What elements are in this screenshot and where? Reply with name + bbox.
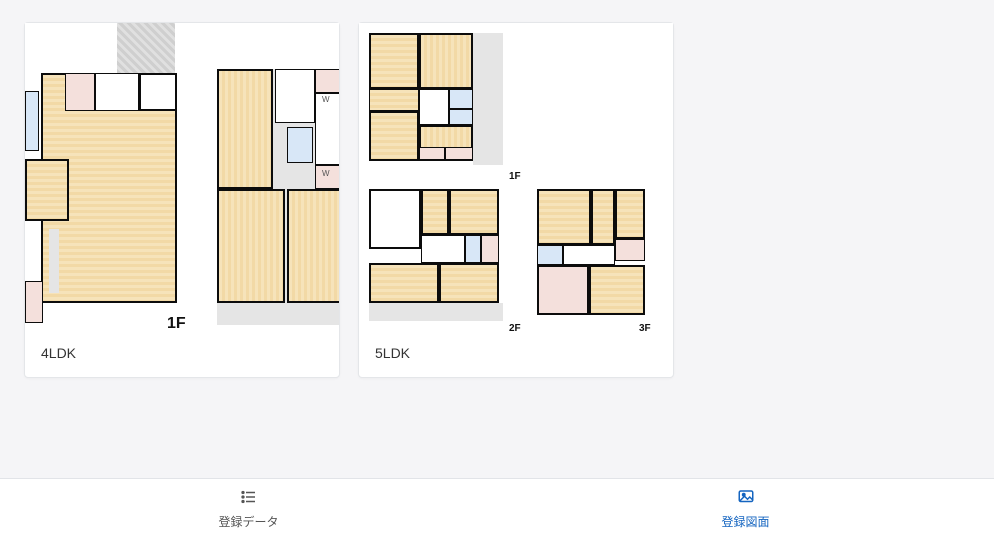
floorplan-1f-left bbox=[25, 23, 183, 325]
plan-card-5ldk[interactable]: 1F 2F 3F 5LDK bbox=[358, 22, 674, 378]
floorplan-5ldk-3f bbox=[537, 189, 649, 323]
floorplan-5ldk-1f bbox=[369, 33, 503, 167]
floor-label-1f: 1F bbox=[509, 171, 521, 182]
page: W W 1F 4LDK bbox=[0, 0, 994, 538]
floor-label-2f: 2F bbox=[509, 323, 521, 331]
plan-card-4ldk[interactable]: W W 1F 4LDK bbox=[24, 22, 340, 378]
tab-label: 登録図面 bbox=[721, 513, 769, 530]
tab-registered-data[interactable]: 登録データ bbox=[0, 479, 497, 538]
floorplan-1f-right: W W bbox=[217, 69, 339, 325]
bottom-tabbar: 登録データ 登録図面 bbox=[0, 478, 994, 538]
plan-image-5ldk: 1F 2F 3F bbox=[359, 23, 673, 331]
plan-caption: 5LDK bbox=[359, 331, 673, 377]
list-icon bbox=[238, 488, 260, 509]
tab-label: 登録データ bbox=[218, 513, 278, 530]
image-icon bbox=[735, 488, 757, 509]
floorplan-5ldk-2f bbox=[369, 189, 503, 323]
floor-label-3f: 3F bbox=[639, 323, 651, 331]
tab-registered-plan[interactable]: 登録図面 bbox=[497, 479, 994, 538]
plan-image-4ldk: W W 1F bbox=[25, 23, 339, 331]
floor-label-1f: 1F bbox=[167, 315, 186, 331]
plan-caption: 4LDK bbox=[25, 331, 339, 377]
card-list: W W 1F 4LDK bbox=[0, 0, 994, 378]
